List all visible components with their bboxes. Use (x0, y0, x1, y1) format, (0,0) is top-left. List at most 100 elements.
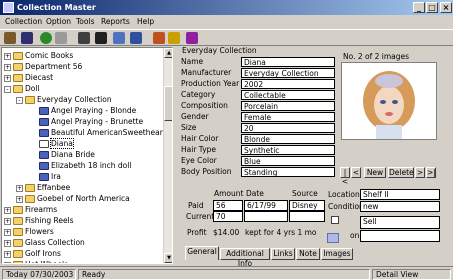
tree-item[interactable]: + Fishing Reels (4, 215, 74, 226)
back-arrow-icon[interactable] (40, 32, 52, 44)
tab-general[interactable]: General (185, 246, 219, 260)
paid-amount-field[interactable]: 56 (213, 200, 243, 211)
collapse-icon[interactable]: - (4, 85, 11, 93)
expand-icon[interactable]: + (4, 52, 11, 60)
field-value[interactable]: Female (241, 112, 335, 122)
tree-item[interactable]: + Firearms (4, 204, 57, 215)
note-icon[interactable] (168, 32, 180, 44)
field-value[interactable]: Diana (241, 57, 335, 67)
field-label: Hair Type (181, 145, 217, 154)
collection-tree[interactable]: + Comic Books + Department 56 + Diecast - Doll -… (1, 47, 173, 264)
sell-checkbox[interactable] (331, 216, 339, 224)
prev-image-button[interactable]: < (351, 167, 361, 178)
field-value[interactable]: Everyday Collection (241, 68, 335, 78)
menu-collection[interactable]: Collection (5, 15, 42, 28)
expand-icon[interactable]: + (4, 206, 11, 214)
menu-option[interactable]: Option (46, 15, 71, 28)
tree-item-label: Diana (50, 138, 74, 149)
scroll-up-arrow-icon[interactable]: ▲ (164, 48, 172, 58)
expand-icon[interactable]: + (4, 228, 11, 236)
tree-item-label: Fishing Reels (25, 216, 74, 225)
book-icon[interactable] (186, 32, 198, 44)
tree-item[interactable]: - Doll (4, 83, 40, 94)
minimize-button[interactable]: _ (413, 2, 425, 13)
card-icon[interactable] (130, 32, 142, 44)
sell-field[interactable]: Sell (360, 216, 440, 229)
current-source-field[interactable] (289, 211, 325, 222)
tools-icon[interactable] (78, 32, 90, 44)
expand-icon[interactable]: + (16, 184, 23, 192)
expand-icon[interactable]: + (4, 74, 11, 82)
source-header: Source (292, 189, 318, 198)
tree-item[interactable]: + Flowers (4, 226, 54, 237)
scissors-icon[interactable] (95, 32, 107, 44)
status-state: Ready (78, 269, 370, 280)
tree-item[interactable]: Angel Praying - Brunette (28, 116, 143, 127)
next-image-button[interactable]: > (415, 167, 425, 178)
tree-view-icon[interactable] (4, 32, 16, 44)
list-icon[interactable] (113, 32, 125, 44)
tab-links[interactable]: Links (271, 248, 295, 260)
tree-item[interactable]: + Glass Collection (4, 237, 85, 248)
field-value[interactable]: Collectable (241, 90, 335, 100)
scroll-down-arrow-icon[interactable]: ▼ (164, 253, 172, 263)
last-image-button[interactable]: >| (426, 167, 436, 178)
field-value[interactable]: 2002 (241, 79, 335, 89)
expand-icon[interactable]: + (16, 195, 23, 203)
new-image-button[interactable]: New (364, 167, 386, 178)
tree-item[interactable]: Ira (28, 171, 61, 182)
expand-icon[interactable]: + (4, 63, 11, 71)
tree-item[interactable]: Angel Praying - Blonde (28, 105, 136, 116)
folder-icon (13, 85, 23, 93)
current-amount-field[interactable]: 70 (213, 211, 243, 222)
menu-tools[interactable]: Tools (76, 15, 94, 28)
dropdown-arrow-icon[interactable] (55, 32, 67, 44)
expand-icon[interactable]: + (4, 261, 11, 263)
report-icon[interactable] (153, 32, 165, 44)
tree-item[interactable]: Diana (28, 138, 74, 149)
field-value[interactable]: Blonde (241, 134, 335, 144)
tree-item[interactable]: Elizabeth 18 inch doll (28, 160, 131, 171)
menu-reports[interactable]: Reports (101, 15, 130, 28)
tree-item[interactable]: + Department 56 (4, 61, 82, 72)
tree-item[interactable]: + Goebel of North America (16, 193, 130, 204)
menu-help[interactable]: Help (137, 15, 154, 28)
tab-additional-info[interactable]: Additional Info (220, 248, 270, 268)
folder-icon (13, 217, 23, 225)
delete-image-button[interactable]: Delete (388, 167, 414, 178)
tree-scrollbar[interactable]: ▲ ▼ (163, 48, 172, 263)
field-value[interactable]: 20 (241, 123, 335, 133)
scroll-thumb[interactable] (164, 86, 172, 121)
field-value[interactable]: Blue (241, 156, 335, 166)
paid-source-field[interactable]: Disney (289, 200, 325, 211)
tree-item[interactable]: + Diecast (4, 72, 53, 83)
condition-field[interactable]: new (360, 201, 440, 212)
tree-item[interactable]: Diana Bride (28, 149, 95, 160)
sell-date-field[interactable] (360, 230, 440, 242)
close-button[interactable]: × (440, 2, 452, 13)
paid-date-field[interactable]: 6/17/99 (244, 200, 288, 211)
expand-icon[interactable]: + (4, 217, 11, 225)
current-date-field[interactable] (244, 211, 288, 222)
expand-icon[interactable]: + (4, 250, 11, 258)
field-label: Eye Color (181, 156, 217, 165)
save-icon[interactable] (21, 32, 33, 44)
maximize-button[interactable]: □ (426, 2, 438, 13)
first-image-button[interactable]: |< (340, 167, 350, 186)
field-value[interactable]: Synthetic (241, 145, 335, 155)
tree-item[interactable]: - Everyday Collection (16, 94, 112, 105)
tab-images[interactable]: Images (321, 248, 353, 260)
tree-item[interactable]: + Hot Wheels (4, 259, 68, 263)
field-value[interactable]: Porcelain (241, 101, 335, 111)
location-field[interactable]: Shelf II (360, 189, 440, 200)
tree-item[interactable]: + Golf Irons (4, 248, 61, 259)
field-value[interactable]: Standing (241, 167, 335, 177)
calendar-icon[interactable] (327, 233, 339, 243)
tree-item[interactable]: + Comic Books (4, 50, 73, 61)
tab-note[interactable]: Note (296, 248, 320, 260)
collapse-icon[interactable]: - (16, 96, 23, 104)
tree-item[interactable]: Beautiful AmericanSweetheart (28, 127, 166, 138)
tree-item[interactable]: + Effanbee (16, 182, 70, 193)
expand-icon[interactable]: + (4, 239, 11, 247)
tab-bar: General Additional Info Links Note Image… (183, 246, 453, 268)
